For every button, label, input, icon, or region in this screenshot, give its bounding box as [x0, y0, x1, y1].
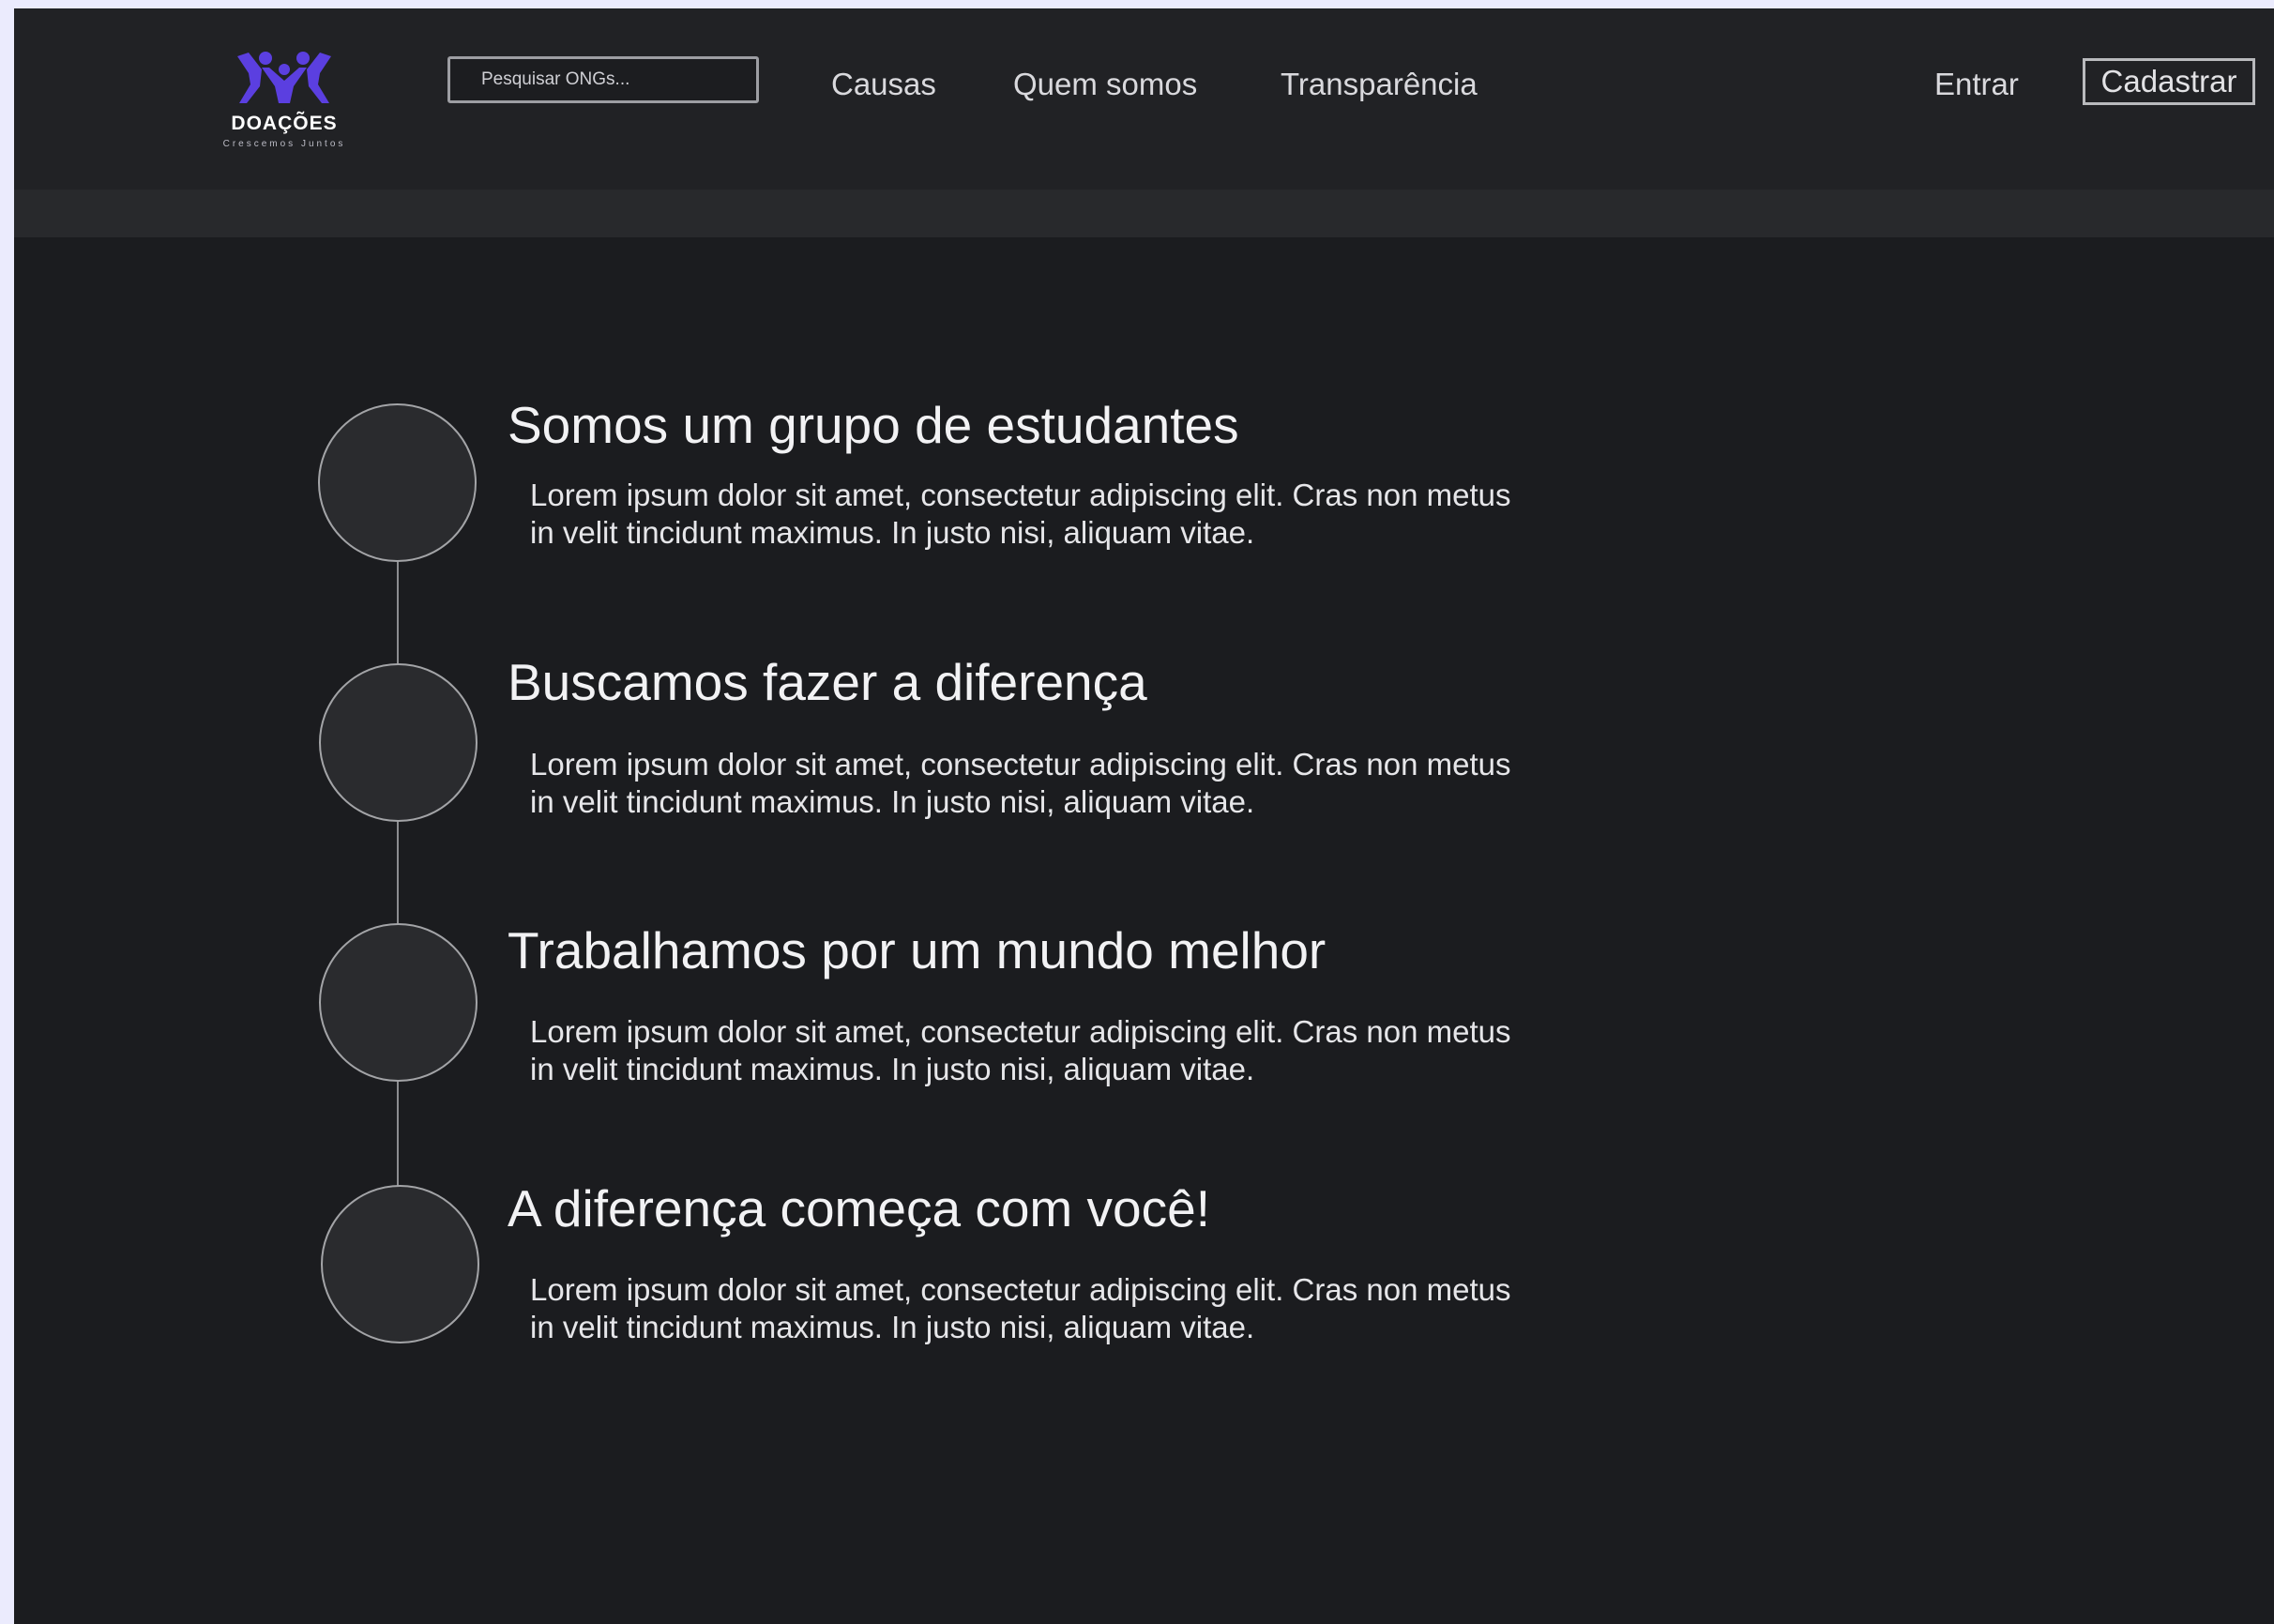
header-subbar — [14, 190, 2274, 237]
timeline-marker-2 — [319, 663, 478, 822]
brand-logo[interactable]: DOAÇÕES Crescemos Juntos — [195, 49, 373, 161]
brand-name: DOAÇÕES — [231, 113, 338, 134]
timeline-item-3-title: Trabalhamos por um mundo melhor — [508, 921, 1326, 979]
top-navbar: DOAÇÕES Crescemos Juntos Causas Quem som… — [14, 8, 2274, 190]
timeline-item-3-text: Lorem ipsum dolor sit amet, consectetur … — [530, 1014, 1511, 1086]
search-input[interactable] — [447, 56, 759, 103]
nav-link-causas[interactable]: Causas — [831, 67, 936, 102]
timeline-marker-3 — [319, 923, 478, 1082]
login-link[interactable]: Entrar — [1934, 67, 2019, 102]
nav-link-transparencia[interactable]: Transparência — [1281, 67, 1478, 102]
nav-link-quem-somos[interactable]: Quem somos — [1013, 67, 1197, 102]
timeline-item-4-text: Lorem ipsum dolor sit amet, consectetur … — [530, 1272, 1511, 1344]
timeline-marker-1 — [318, 403, 477, 562]
timeline-item-4-title: A diferença começa com você! — [508, 1179, 1210, 1237]
people-together-icon — [237, 52, 331, 103]
timeline-item-1-title: Somos um grupo de estudantes — [508, 396, 1239, 454]
timeline-item-1-text: Lorem ipsum dolor sit amet, consectetur … — [530, 478, 1511, 550]
timeline-marker-4 — [321, 1185, 479, 1343]
brand-tagline: Crescemos Juntos — [222, 139, 346, 149]
page-frame: DOAÇÕES Crescemos Juntos Causas Quem som… — [14, 8, 2274, 1624]
timeline-item-2-text: Lorem ipsum dolor sit amet, consectetur … — [530, 747, 1511, 819]
signup-button[interactable]: Cadastrar — [2083, 58, 2255, 105]
timeline-connector — [397, 560, 399, 1198]
timeline-item-2-title: Buscamos fazer a diferença — [508, 653, 1147, 711]
